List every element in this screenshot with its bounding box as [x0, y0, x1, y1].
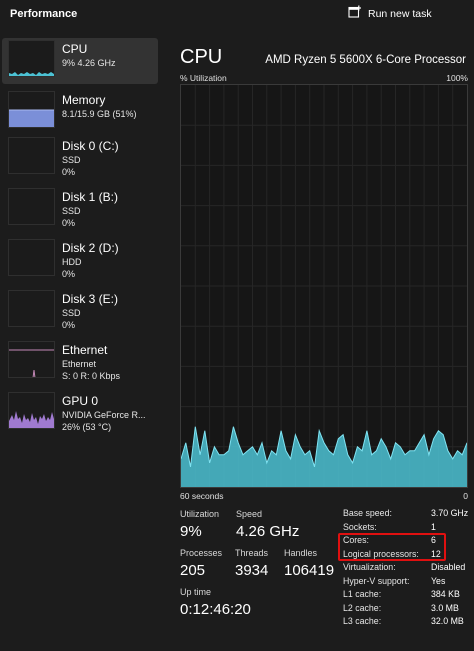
- property-name: L3 cache:: [343, 616, 382, 626]
- property-value: Disabled: [431, 562, 466, 572]
- sidebar-item-name: CPU: [62, 42, 88, 56]
- disk-1-thumbnail-graph: [8, 188, 55, 225]
- cpu-thumbnail-fill: [9, 72, 54, 76]
- disk-2-thumbnail-svg: [9, 240, 55, 276]
- sidebar-item-name: Memory: [62, 93, 106, 107]
- property-row: L1 cache: 384 KB: [343, 589, 469, 602]
- header-bar: Performance Run new task: [0, 0, 474, 30]
- sidebar-item-memory[interactable]: Memory 8.1/15.9 GB (51%): [2, 89, 158, 135]
- page-title: Performance: [10, 8, 78, 20]
- property-row: Virtualization: Disabled: [343, 562, 469, 575]
- sidebar-item-usage: 26% (53 °C): [62, 422, 112, 432]
- property-row: L2 cache: 3.0 MB: [343, 603, 469, 616]
- sidebar-item-usage: 0%: [62, 320, 76, 330]
- property-value: 384 KB: [431, 589, 460, 599]
- handles-value: 106419: [284, 562, 335, 579]
- gpu-thumbnail-fill: [9, 411, 54, 428]
- disk-3-thumbnail-svg: [9, 291, 55, 327]
- cpu-utilization-graph: [180, 84, 468, 488]
- task-manager-window: Performance Run new task CPU 9% 4.26 GHz: [0, 0, 474, 651]
- disk-1-thumbnail-svg: [9, 189, 55, 225]
- gpu-thumbnail-graph: [8, 392, 55, 429]
- threads-label: Threads: [235, 548, 269, 558]
- sidebar-item-detail: SSD: [62, 308, 81, 318]
- sidebar-item-cpu[interactable]: CPU 9% 4.26 GHz: [2, 38, 158, 84]
- property-name: Hyper-V support:: [343, 575, 410, 586]
- property-name: Sockets:: [343, 521, 377, 532]
- sidebar-item-detail: NVIDIA GeForce R...: [62, 410, 146, 420]
- ethernet-thumbnail-svg: [9, 349, 54, 377]
- run-task-icon: [348, 5, 361, 23]
- sidebar-item-usage: S: 0 R: 0 Kbps: [62, 371, 121, 381]
- sidebar-item-usage: 0%: [62, 269, 76, 279]
- property-name: Virtualization:: [343, 562, 396, 572]
- property-name: L1 cache:: [343, 589, 382, 599]
- disk-2-thumbnail-graph: [8, 239, 55, 276]
- property-row: L3 cache: 32.0 MB: [343, 616, 469, 629]
- property-value: 3.70 GHz: [431, 508, 469, 518]
- property-value: 32.0 MB: [431, 616, 464, 626]
- graph-max-label: 100%: [446, 73, 468, 83]
- sidebar-item-disk-0[interactable]: Disk 0 (C:) SSD 0%: [2, 135, 158, 181]
- threads-value: 3934: [235, 562, 269, 579]
- property-name: L2 cache:: [343, 602, 382, 613]
- processes-label: Processes: [180, 548, 223, 558]
- cpu-thumbnail-svg: [9, 72, 54, 76]
- ethernet-thumbnail-traffic: [32, 369, 36, 377]
- sidebar-item-disk-2[interactable]: Disk 2 (D:) HDD 0%: [2, 237, 158, 283]
- sidebar-item-detail: SSD: [62, 206, 81, 216]
- sidebar-item-detail: 8.1/15.9 GB (51%): [62, 109, 137, 119]
- uptime-label: Up time: [180, 587, 212, 597]
- sidebar-item-name: Disk 3 (E:): [62, 292, 119, 306]
- sidebar-item-detail: HDD: [62, 257, 82, 267]
- sidebar-item-detail: Ethernet: [62, 359, 97, 369]
- memory-thumbnail-graph: [8, 91, 55, 128]
- property-value: Yes: [431, 575, 446, 586]
- graph-utilization-label: % Utilization: [180, 73, 227, 83]
- property-value: 3.0 MB: [431, 602, 459, 613]
- sidebar-item-name: Ethernet: [62, 343, 108, 357]
- sidebar-item-name: GPU 0: [62, 394, 99, 408]
- sidebar-item-name: Disk 1 (B:): [62, 190, 119, 204]
- graph-time-label: 60 seconds: [180, 491, 224, 501]
- gpu-thumbnail-svg: [9, 411, 54, 428]
- disk-0-thumbnail-svg: [9, 138, 55, 174]
- property-row: Hyper-V support: Yes: [343, 576, 469, 589]
- sidebar-item-gpu-0[interactable]: GPU 0 NVIDIA GeForce R... 26% (53 °C): [2, 390, 158, 436]
- sidebar-item-disk-1[interactable]: Disk 1 (B:) SSD 0%: [2, 186, 158, 232]
- property-name: Base speed:: [343, 508, 392, 518]
- sidebar-item-detail: 9% 4.26 GHz: [62, 58, 116, 68]
- sidebar-item-name: Disk 0 (C:): [62, 139, 119, 153]
- graph-time-end-label: 0: [463, 491, 468, 501]
- property-value: 1: [431, 521, 436, 532]
- sidebar-item-detail: SSD: [62, 155, 81, 165]
- property-row: Base speed: 3.70 GHz: [343, 508, 469, 521]
- sidebar-item-usage: 0%: [62, 167, 76, 177]
- utilization-label: Utilization: [180, 509, 220, 519]
- sidebar-item-usage: 0%: [62, 218, 76, 228]
- handles-label: Handles: [284, 548, 318, 558]
- speed-label: Speed: [236, 509, 263, 519]
- disk-0-thumbnail-graph: [8, 137, 55, 174]
- cpu-thumbnail-graph: [8, 40, 55, 77]
- sidebar-item-disk-3[interactable]: Disk 3 (E:) SSD 0%: [2, 288, 158, 334]
- utilization-value: 9%: [180, 523, 202, 540]
- uptime-value: 0:12:46:20: [180, 601, 251, 618]
- sidebar-item-name: Disk 2 (D:): [62, 241, 119, 255]
- run-new-task-button[interactable]: Run new task: [348, 5, 432, 23]
- run-new-task-label: Run new task: [368, 8, 432, 20]
- disk-3-thumbnail-graph: [8, 290, 55, 327]
- processes-value: 205: [180, 562, 206, 579]
- sidebar-item-ethernet[interactable]: Ethernet Ethernet S: 0 R: 0 Kbps: [2, 339, 158, 385]
- cores-highlight-box: [338, 533, 446, 561]
- resource-title: CPU: [180, 46, 223, 68]
- memory-thumbnail-svg: [9, 109, 54, 127]
- memory-thumbnail-fill: [9, 110, 54, 127]
- cpu-graph-svg: [181, 85, 467, 487]
- processor-name: AMD Ryzen 5 5600X 6-Core Processor: [265, 54, 466, 66]
- speed-value: 4.26 GHz: [236, 523, 300, 540]
- ethernet-thumbnail-graph: [8, 341, 55, 378]
